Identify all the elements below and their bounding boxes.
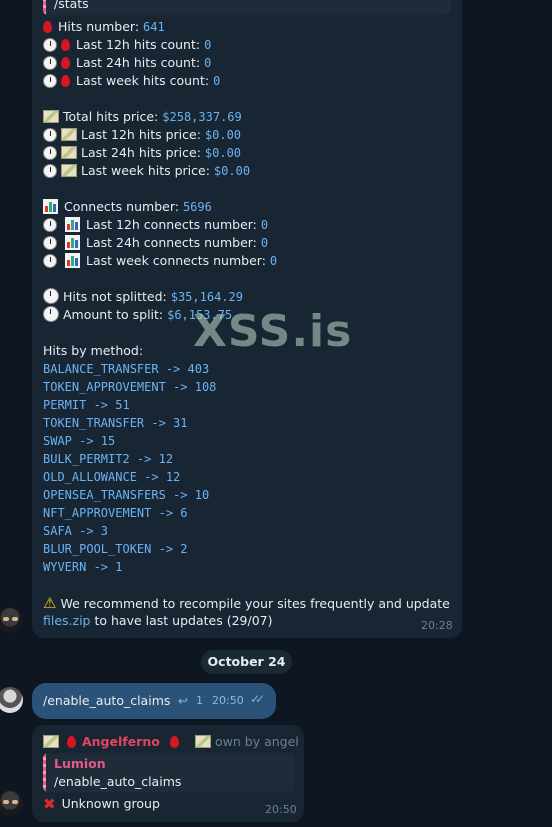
stopwatch-icon (43, 146, 57, 160)
reply-header: Angelferno (43, 733, 215, 751)
watermark: XSS.is (193, 306, 353, 357)
outgoing-text: /enable_auto_claims (43, 693, 171, 708)
reply-text-line: ✖ Unknown group (43, 795, 160, 813)
sender-name[interactable]: Angelferno (82, 734, 160, 749)
stopwatch-icon (43, 164, 57, 178)
double-check-icon: ✓✓ (250, 692, 265, 706)
stopwatch-icon (43, 56, 57, 70)
money-icon (194, 735, 211, 748)
method-row: OPENSEA_TRANSFERS -> 10 (43, 488, 210, 502)
money-icon (61, 164, 77, 177)
not-splitted-line: Hits not splitted: $35,164.29 (43, 288, 243, 306)
outgoing-message-bubble[interactable]: /enable_auto_claims ↩ 1 20:50 ✓✓ (32, 683, 276, 719)
stopwatch-icon (43, 74, 57, 88)
money-icon (61, 146, 77, 159)
price-week-line: Last week hits price: $0.00 (43, 162, 250, 180)
files-zip-link[interactable]: files.zip (43, 613, 91, 628)
avatar-eye (3, 617, 9, 621)
method-row: SAFA -> 3 (43, 524, 109, 538)
recommend-line: ⚠ We recommend to recompile your sites fr… (43, 594, 450, 612)
drop-icon (61, 57, 70, 69)
total-price-line: Total hits price: $258,337.69 (43, 108, 242, 126)
method-row: NFT_APPROVEMENT -> 6 (43, 506, 188, 520)
hits-week-line: Last week hits count: 0 (43, 72, 220, 90)
connects-24h-line: Last 24h connects number: 0 (43, 234, 268, 252)
avatar-eye (12, 617, 18, 621)
drop-icon (169, 736, 179, 748)
bar-chart-icon (64, 217, 80, 232)
connects-week-line: Last week connects number: 0 (43, 252, 277, 270)
quoted-name: Lumion (54, 756, 106, 771)
method-row: BLUR_POOL_TOKEN -> 2 (43, 542, 188, 556)
method-row: PERMIT -> 51 (43, 398, 130, 412)
method-row: WYVERN -> 1 (43, 560, 123, 574)
reply-count: 1 (196, 694, 203, 707)
stopwatch-icon (43, 38, 57, 52)
money-icon (43, 110, 59, 123)
bot-avatar[interactable] (0, 607, 23, 633)
message-time: 20:28 (421, 619, 453, 632)
methods-title: Hits by method: (43, 343, 144, 358)
user-avatar[interactable] (0, 687, 23, 713)
drop-icon (66, 736, 76, 748)
bar-chart-icon (64, 253, 80, 268)
command-quote[interactable]: /stats (43, 0, 451, 15)
hits-number-line: Hits number: 641 (43, 18, 165, 36)
cross-mark-icon: ✖ (43, 795, 56, 813)
method-row: BALANCE_TRANSFER -> 403 (43, 362, 210, 376)
stopwatch-icon (43, 128, 57, 142)
warning-icon: ⚠ (43, 594, 57, 612)
price-24h-line: Last 24h hits price: $0.00 (43, 144, 241, 162)
method-row: TOKEN_TRANSFER -> 31 (43, 416, 188, 430)
avatar-eye (12, 800, 18, 804)
avatar-eye (3, 800, 9, 804)
bar-chart-icon (64, 235, 80, 250)
stopwatch-icon (43, 236, 57, 250)
connects-12h-line: Last 12h connects number: 0 (43, 216, 268, 234)
sender-tag: own by angel (215, 734, 299, 749)
money-icon (61, 128, 77, 141)
method-row: SWAP -> 15 (43, 434, 116, 448)
hits-number-value: 641 (143, 20, 165, 34)
command-text: /stats (54, 0, 89, 11)
drop-icon (43, 21, 52, 33)
drop-icon (61, 75, 70, 87)
hits-24h-line: Last 24h hits count: 0 (43, 54, 211, 72)
quoted-message[interactable]: Lumion /enable_auto_claims (43, 753, 294, 792)
method-row: BULK_PERMIT2 -> 12 (43, 452, 174, 466)
method-row: TOKEN_APPROVEMENT -> 108 (43, 380, 217, 394)
bar-chart-icon (43, 199, 58, 214)
connects-line: Connects number: 5696 (43, 198, 212, 216)
reply-arrow-icon[interactable]: ↩ (178, 694, 188, 708)
hits-12h-line: Last 12h hits count: 0 (43, 36, 211, 54)
stopwatch-icon (43, 218, 57, 232)
reply-time: 20:50 (265, 803, 297, 816)
bot-avatar[interactable] (0, 790, 23, 816)
outgoing-time: 20:50 (212, 694, 244, 707)
price-12h-line: Last 12h hits price: $0.00 (43, 126, 241, 144)
drop-icon (61, 39, 70, 51)
stopwatch-icon (43, 254, 57, 268)
recommend-line-2: files.zip to have last updates (29/07) (43, 613, 273, 628)
clock-icon (43, 288, 59, 304)
date-separator: October 24 (201, 650, 292, 674)
money-icon (43, 735, 59, 748)
method-row: OLD_ALLOWANCE -> 12 (43, 470, 181, 484)
clock-icon (43, 306, 59, 322)
quoted-text: /enable_auto_claims (54, 774, 182, 789)
